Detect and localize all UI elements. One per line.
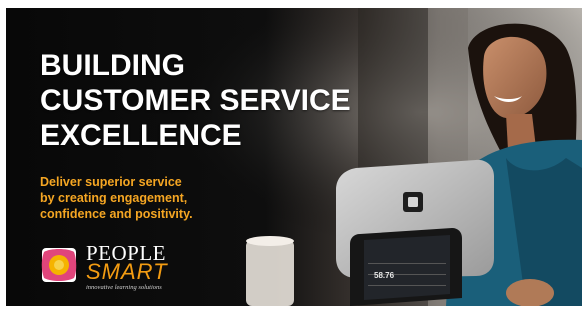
logo-word-smart: SMART [86, 259, 168, 284]
logo-subtitle: innovative learning solutions [86, 284, 162, 291]
headline-line-3: EXCELLENCE [40, 119, 242, 152]
promo-banner: 58.76 BUILDING CUSTOMER SERVICE EXCELLEN… [6, 8, 582, 306]
tagline: Deliver superior service by creating eng… [40, 174, 193, 222]
headline-line-2: CUSTOMER SERVICE [40, 84, 351, 117]
headline-line-1: BUILDING [40, 49, 185, 82]
pos-tablet: 58.76 [331, 163, 471, 306]
tagline-line-1: Deliver superior service [40, 175, 182, 189]
people-smart-logo: PEOPLE SMART innovative learning solutio… [40, 242, 210, 294]
tagline-line-3: confidence and positivity. [40, 207, 193, 221]
tablet-amount: 58.76 [374, 271, 395, 280]
logo-mark-icon [41, 248, 77, 282]
tagline-line-2: by creating engagement, [40, 191, 188, 205]
headline: BUILDING CUSTOMER SERVICE EXCELLENCE [40, 48, 351, 153]
